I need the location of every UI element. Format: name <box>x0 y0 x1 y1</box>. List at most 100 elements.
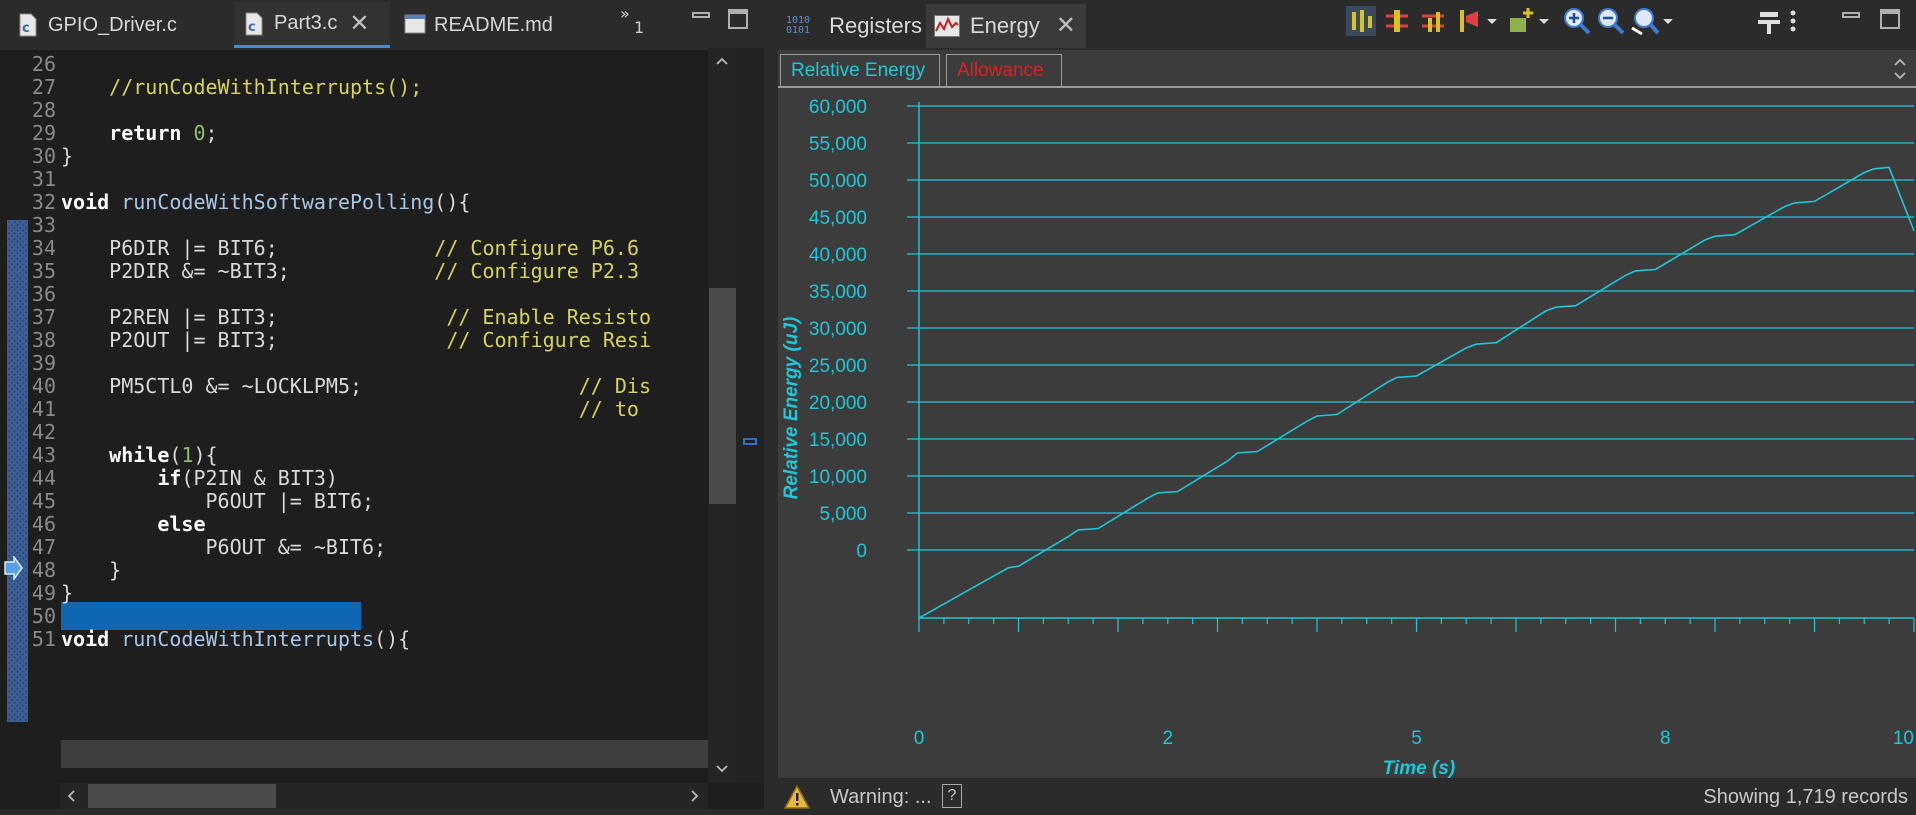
y-tick-label: 45,000 <box>809 208 867 229</box>
tab-label: Energy <box>970 13 1040 38</box>
subtab-label: Relative Energy <box>791 59 926 81</box>
markdown-file-icon <box>404 13 426 37</box>
zoom-in-icon[interactable] <box>1562 6 1592 36</box>
tab-registers[interactable]: 1010 0101 Registers <box>786 4 922 48</box>
overview-ruler[interactable] <box>736 48 764 783</box>
tab-readme[interactable]: README.md <box>394 2 594 48</box>
y-tick-label: 30,000 <box>809 319 867 340</box>
code-area[interactable]: 26 27 //runCodeWithInterrupts(); 28 29 retu… <box>0 48 708 783</box>
y-tick-label: 10,000 <box>809 467 867 488</box>
bars-view-icon[interactable] <box>1346 6 1376 36</box>
vertical-scroll-thumb[interactable] <box>709 288 736 504</box>
energy-chart-svg: 0 5,000 10,000 15,000 20,000 25,000 30,000 35,0… <box>781 97 1915 779</box>
chevron-down-icon[interactable] <box>1536 6 1552 36</box>
ide-window: c GPIO_Driver.c c Part3.c ✕ README.md » … <box>0 0 1916 815</box>
c-file-icon: c <box>244 12 264 36</box>
x-axis-label: Time (s) <box>1383 758 1456 778</box>
close-icon[interactable]: ✕ <box>349 11 369 36</box>
x-tick-label: 2 <box>1162 728 1173 749</box>
chart-subtab-bar: Relative Energy Allowance <box>778 50 1916 88</box>
tab-gpio-driver[interactable]: c GPIO_Driver.c <box>8 2 230 48</box>
x-tick-label: 0 <box>914 728 925 749</box>
y-tick-label: 55,000 <box>809 134 867 155</box>
view-menu-icon[interactable] <box>1786 6 1800 36</box>
y-tick-label: 60,000 <box>809 97 867 118</box>
horizontal-scroll-thumb[interactable] <box>88 784 276 808</box>
chevron-down-icon[interactable] <box>716 764 728 774</box>
record-count: Showing 1,719 records <box>1703 786 1908 808</box>
add-graph-icon[interactable] <box>1506 6 1536 36</box>
code-text: } <box>61 144 74 168</box>
code-text: void runCodeWithSoftwarePolling(){ <box>61 190 471 214</box>
tab-energy[interactable]: Energy ✕ <box>926 4 1086 48</box>
energy-icon <box>934 15 960 37</box>
range-select-icon[interactable] <box>1382 6 1412 36</box>
code-text: } <box>61 581 74 605</box>
tab-relative-energy[interactable]: Relative Energy <box>780 54 940 86</box>
chevron-left-icon[interactable] <box>66 790 76 802</box>
code-text: void runCodeWithInterrupts(){ <box>61 627 411 651</box>
tab-label: GPIO_Driver.c <box>48 13 177 36</box>
marker-icon[interactable] <box>1454 6 1484 36</box>
tab-overflow-count: 1 <box>634 18 645 37</box>
y-tick-label: 40,000 <box>809 245 867 266</box>
close-icon[interactable]: ✕ <box>1056 14 1076 38</box>
tab-overflow-chevron[interactable]: » <box>620 4 630 23</box>
tab-label: Registers <box>829 13 922 38</box>
chart-axes <box>918 102 1915 632</box>
x-tick-label: 10 <box>1893 728 1914 749</box>
cursor-line-highlight <box>61 740 708 768</box>
subtab-label: Allowance <box>957 59 1044 81</box>
pin-icon[interactable] <box>1754 6 1784 36</box>
chevron-up-icon[interactable] <box>716 56 728 66</box>
y-tick-label: 5,000 <box>819 504 867 525</box>
help-icon[interactable]: ? <box>942 784 962 808</box>
code-text: P2OUT |= BIT3; // Configure Resi <box>61 328 652 352</box>
energy-chart[interactable]: 0 5,000 10,000 15,000 20,000 25,000 30,000 35,0… <box>778 88 1916 779</box>
y-tick-label: 25,000 <box>809 356 867 377</box>
tab-part3[interactable]: c Part3.c ✕ <box>234 2 390 48</box>
minimize-icon[interactable] <box>1842 12 1860 18</box>
registers-icon: 1010 0101 <box>786 15 811 36</box>
warning-text[interactable]: Warning: ... <box>830 786 932 809</box>
debug-arrow-icon <box>4 556 23 580</box>
y-tick-label: 20,000 <box>809 393 867 414</box>
editor-tab-bar: c GPIO_Driver.c c Part3.c ✕ README.md » … <box>0 0 764 50</box>
maximize-icon[interactable] <box>728 9 748 29</box>
svg-text:c: c <box>248 20 256 35</box>
y-tick-label: 50,000 <box>809 171 867 192</box>
code-text: return 0; <box>109 121 218 145</box>
editor-bottom-border <box>0 809 764 815</box>
y-tick-label: 0 <box>856 541 867 562</box>
subtab-scroller[interactable] <box>1886 52 1914 86</box>
maximize-icon[interactable] <box>1880 9 1900 29</box>
y-tick-label: 35,000 <box>809 282 867 303</box>
code-text: //runCodeWithInterrupts(); <box>109 75 423 99</box>
view-tab-bar: 1010 0101 Registers Energy ✕ <box>778 0 1916 50</box>
code-text: P2DIR &= ~BIT3; // Configure P2.3 <box>61 259 639 283</box>
zoom-fit-icon[interactable] <box>1630 6 1660 36</box>
tab-label: README.md <box>434 13 553 36</box>
minimize-icon[interactable] <box>692 12 710 18</box>
chevron-right-icon[interactable] <box>690 790 700 802</box>
svg-text:c: c <box>22 21 30 36</box>
c-file-icon: c <box>18 13 38 37</box>
energy-panel: 1010 0101 Registers Energy ✕ Relative En… <box>778 0 1916 815</box>
line-number: 51 <box>31 627 56 651</box>
chart-grid <box>907 105 1914 551</box>
x-tick-label: 5 <box>1411 728 1422 749</box>
tab-allowance[interactable]: Allowance <box>946 54 1062 86</box>
code-editor: c GPIO_Driver.c c Part3.c ✕ README.md » … <box>0 0 764 815</box>
range-clear-icon[interactable] <box>1418 6 1448 36</box>
x-tick-label: 8 <box>1660 728 1671 749</box>
chart-ticks: 0 5,000 10,000 15,000 20,000 25,000 30,000 35,0… <box>809 97 1914 749</box>
code-text: // to <box>578 397 639 421</box>
chevron-down-icon[interactable] <box>1660 6 1676 36</box>
chevron-down-icon[interactable] <box>1484 6 1500 36</box>
ruler-marker[interactable] <box>743 438 757 445</box>
zoom-out-icon[interactable] <box>1596 6 1626 36</box>
warning-icon <box>784 784 810 809</box>
y-tick-label: 15,000 <box>809 430 867 451</box>
pane-separator[interactable] <box>764 0 778 815</box>
status-bar: Warning: ... ? Showing 1,719 records <box>778 778 1916 815</box>
